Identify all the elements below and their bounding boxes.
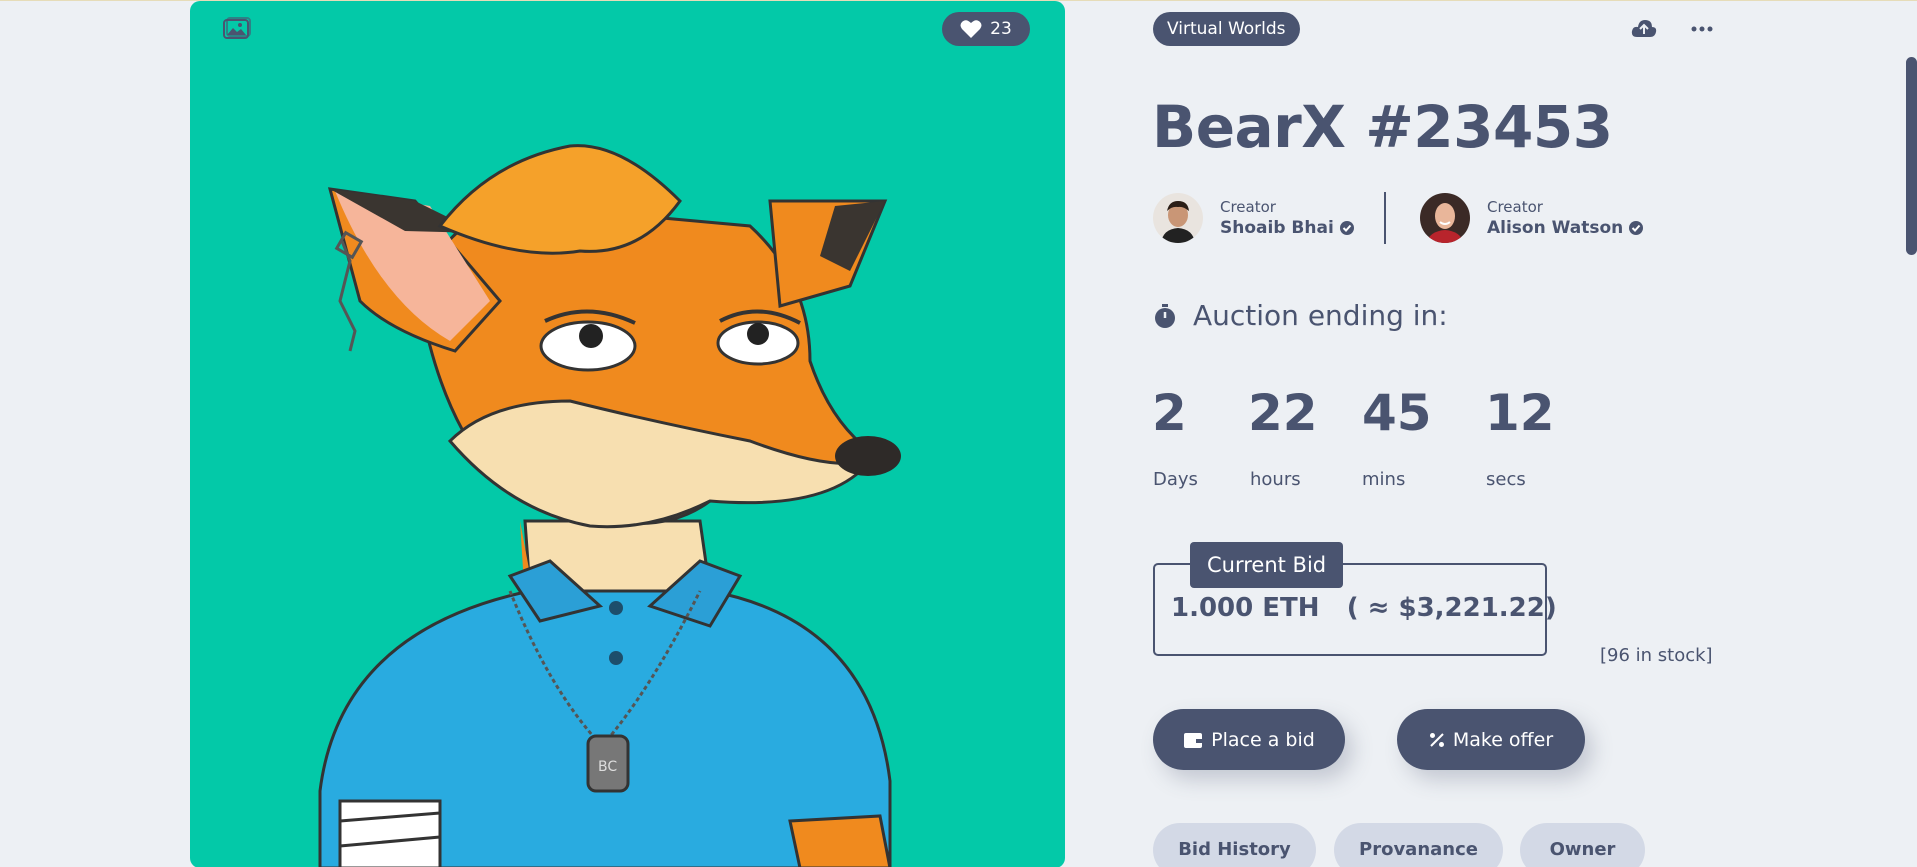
nft-artwork[interactable]: BC 23 — [190, 1, 1065, 867]
countdown-secs-label: secs — [1486, 469, 1526, 490]
avatar[interactable] — [1153, 193, 1203, 243]
nft-title: BearX #23453 — [1152, 93, 1613, 161]
like-button[interactable]: 23 — [942, 12, 1030, 46]
like-count: 23 — [990, 19, 1012, 39]
heart-icon — [960, 20, 982, 38]
auction-label: Auction ending in: — [1193, 299, 1448, 332]
creator-card[interactable]: Creator Shoaib Bhai — [1153, 192, 1355, 244]
stock-count: [96 in stock] — [1600, 645, 1713, 666]
upload-cloud-icon[interactable] — [1631, 17, 1657, 41]
make-offer-button[interactable]: Make offer — [1397, 709, 1585, 770]
make-offer-label: Make offer — [1452, 728, 1554, 751]
countdown-mins-label: mins — [1362, 469, 1406, 490]
countdown-days-label: Days — [1153, 469, 1198, 490]
category-badge[interactable]: Virtual Worlds — [1153, 12, 1300, 46]
creator-card[interactable]: Creator Alison Watson — [1420, 192, 1644, 244]
tab-bid-history[interactable]: Bid History — [1153, 823, 1316, 867]
tag-text: BC — [598, 759, 617, 775]
creator-role: Creator — [1487, 198, 1543, 216]
creator-name[interactable]: Alison Watson — [1487, 218, 1623, 238]
countdown-mins-value: 45 — [1362, 384, 1432, 442]
wallet-icon — [1184, 732, 1203, 748]
tab-owner[interactable]: Owner — [1520, 823, 1645, 867]
stopwatch-icon — [1155, 303, 1175, 328]
auction-heading: Auction ending in: — [1153, 299, 1448, 332]
percent-icon — [1429, 732, 1444, 747]
image-icon[interactable] — [223, 17, 251, 41]
creator-name[interactable]: Shoaib Bhai — [1220, 218, 1334, 238]
creator-divider — [1384, 192, 1386, 244]
place-bid-label: Place a bid — [1211, 728, 1315, 751]
avatar[interactable] — [1420, 193, 1470, 243]
countdown-secs-value: 12 — [1485, 384, 1555, 442]
verified-icon — [1339, 221, 1354, 235]
fox-illustration: BC — [318, 144, 901, 867]
countdown-days-value: 2 — [1152, 384, 1187, 442]
countdown-hours-value: 22 — [1248, 384, 1318, 442]
tab-provenance[interactable]: Provanance — [1334, 823, 1503, 867]
verified-icon — [1629, 221, 1644, 235]
creator-role: Creator — [1220, 198, 1276, 216]
more-horizontal-icon[interactable] — [1689, 17, 1715, 41]
place-bid-button[interactable]: Place a bid — [1153, 709, 1345, 770]
countdown-hours-label: hours — [1250, 469, 1301, 490]
scrollbar-thumb[interactable] — [1906, 57, 1917, 255]
current-bid-value: 1.000 ETH ( ≈ $3,221.22) — [1171, 593, 1557, 623]
current-bid-label: Current Bid — [1190, 542, 1344, 588]
